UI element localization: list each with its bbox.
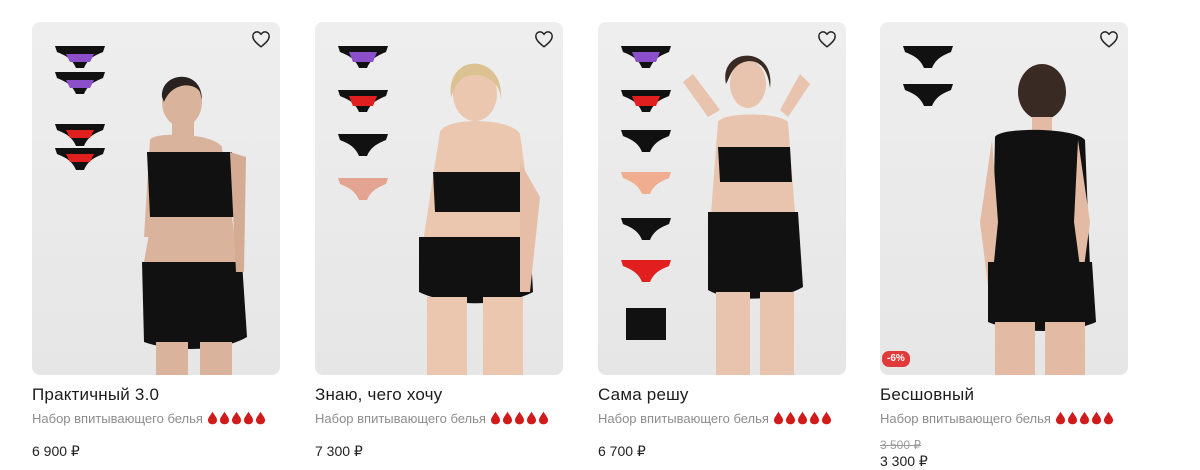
product-card[interactable]: -6% Бесшовный Набор впитывающего белья 3… [880,22,1128,470]
product-title[interactable]: Сама решу [598,385,846,405]
drop-icon [255,411,266,425]
product-card[interactable]: Знаю, чего хочу Набор впитывающего белья… [315,22,563,460]
product-price: 3 300 ₽ [880,453,928,469]
product-title[interactable]: Практичный 3.0 [32,385,280,405]
drop-icon [231,411,242,425]
drop-icon [502,411,513,425]
product-photo [621,46,810,375]
heart-outline-icon[interactable] [251,30,271,48]
product-title[interactable]: Бесшовный [880,385,1128,405]
absorbency-rating [1055,411,1115,425]
product-subtitle: Набор впитывающего белья [598,410,769,426]
old-price: 3 500 ₽ [880,438,921,452]
drop-icon [785,411,796,425]
product-title[interactable]: Знаю, чего хочу [315,385,563,405]
drop-icon [797,411,808,425]
product-grid: Практичный 3.0 Набор впитывающего белья … [0,0,1200,470]
product-subtitle: Набор впитывающего белья [880,410,1051,426]
drop-icon [1091,411,1102,425]
drop-icon [1079,411,1090,425]
product-photo [55,46,247,375]
drop-icon [809,411,820,425]
drop-icon [1055,411,1066,425]
heart-outline-icon[interactable] [1099,30,1119,48]
drop-icon [490,411,501,425]
product-price: 6 700 ₽ [598,443,646,459]
product-subtitle: Набор впитывающего белья [315,410,486,426]
product-price: 6 900 ₽ [32,443,80,459]
product-card[interactable]: Сама решу Набор впитывающего белья 6 700… [598,22,846,460]
product-card[interactable]: Практичный 3.0 Набор впитывающего белья … [32,22,280,460]
heart-outline-icon[interactable] [817,30,837,48]
drop-icon [773,411,784,425]
product-price: 7 300 ₽ [315,443,363,459]
absorbency-rating [490,411,550,425]
absorbency-rating [773,411,833,425]
product-image[interactable] [598,22,846,375]
product-image[interactable] [315,22,563,375]
drop-icon [219,411,230,425]
product-image[interactable]: -6% [880,22,1128,375]
drop-icon [514,411,525,425]
drop-icon [526,411,537,425]
absorbency-rating [207,411,267,425]
drop-icon [1067,411,1078,425]
product-subtitle: Набор впитывающего белья [32,410,203,426]
drop-icon [821,411,832,425]
heart-outline-icon[interactable] [534,30,554,48]
discount-badge: -6% [882,351,910,367]
product-image[interactable] [32,22,280,375]
drop-icon [243,411,254,425]
drop-icon [207,411,218,425]
drop-icon [1103,411,1114,425]
product-photo [338,46,540,375]
drop-icon [538,411,549,425]
product-photo [903,46,1096,375]
